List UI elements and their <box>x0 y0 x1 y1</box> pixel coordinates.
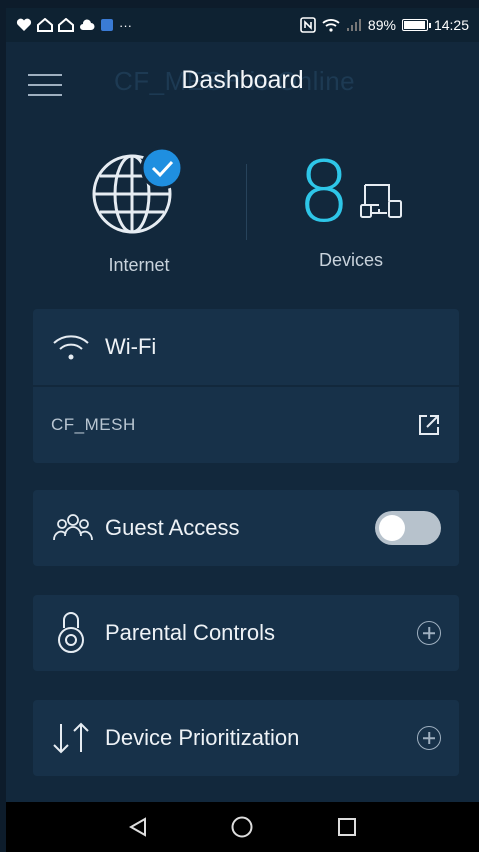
devices-label: Devices <box>318 250 384 270</box>
parental-controls-label: Parental Controls <box>105 620 275 645</box>
page-title: Dashboard <box>181 66 304 94</box>
parental-lock-icon <box>58 612 84 653</box>
wifi-icon <box>53 335 89 360</box>
checkmark-badge-icon <box>140 146 184 190</box>
device-prioritization-row[interactable]: Device Prioritization <box>33 700 459 776</box>
nfc-icon <box>300 17 316 33</box>
devices-icon <box>359 184 402 218</box>
guest-access-card: Guest Access <box>33 490 459 566</box>
guest-access-label: Guest Access <box>105 515 240 540</box>
wifi-header[interactable]: Wi-Fi <box>33 309 459 385</box>
guest-users-icon <box>53 514 93 541</box>
battery-percent: 89% <box>367 17 396 33</box>
app-icon <box>101 19 113 31</box>
globe-icon <box>92 146 184 234</box>
back-button[interactable] <box>118 807 158 847</box>
wifi-network-row[interactable]: CF_MESH <box>33 387 459 463</box>
device-count: 8 <box>297 143 351 241</box>
system-status: 89% 14:25 <box>300 17 469 33</box>
recents-button[interactable] <box>327 807 367 847</box>
home-icon <box>37 18 53 32</box>
parental-controls-card: Parental Controls <box>33 595 459 671</box>
internet-label: Internet <box>108 255 170 275</box>
internet-status[interactable]: Internet <box>39 142 239 276</box>
wifi-status-icon <box>322 19 340 32</box>
device-prioritization-card: Device Prioritization <box>33 700 459 776</box>
parental-controls-expand-button[interactable] <box>417 621 441 645</box>
status-bar: ··· 89% 14:25 <box>6 8 479 42</box>
recents-square-icon <box>337 818 356 836</box>
home-circle-icon <box>231 816 253 838</box>
guest-access-toggle[interactable] <box>375 511 441 545</box>
home-icon <box>58 18 74 32</box>
home-button[interactable] <box>222 807 262 847</box>
app-header: CF_MESH is Online Dashboard <box>6 42 479 126</box>
network-summary: Internet 8 Devices <box>6 142 479 292</box>
wifi-ssid: CF_MESH <box>51 415 136 434</box>
parental-controls-row[interactable]: Parental Controls <box>33 595 459 671</box>
notification-icons: ··· <box>16 18 132 33</box>
heart-icon <box>16 18 32 31</box>
toggle-knob <box>379 515 405 541</box>
guest-access-row[interactable]: Guest Access <box>33 490 459 566</box>
clock: 14:25 <box>433 17 469 33</box>
wifi-label: Wi-Fi <box>105 334 157 359</box>
signal-icon <box>346 19 361 31</box>
battery-icon <box>401 19 431 31</box>
app-screen: ··· 89% 14:25 CF_MESH is Online Dashboar… <box>6 8 479 852</box>
device-prioritization-label: Device Prioritization <box>105 725 300 750</box>
priority-arrows-icon <box>53 722 89 754</box>
external-link-icon[interactable] <box>417 413 441 437</box>
back-triangle-icon <box>129 817 147 837</box>
more-notifications: ··· <box>119 17 132 33</box>
wifi-card: Wi-Fi CF_MESH <box>33 309 459 463</box>
system-nav-bar <box>6 802 479 852</box>
device-prioritization-expand-button[interactable] <box>417 726 441 750</box>
summary-divider <box>246 164 247 240</box>
devices-status[interactable]: 8 Devices <box>251 142 451 271</box>
cloud-icon <box>80 19 95 30</box>
